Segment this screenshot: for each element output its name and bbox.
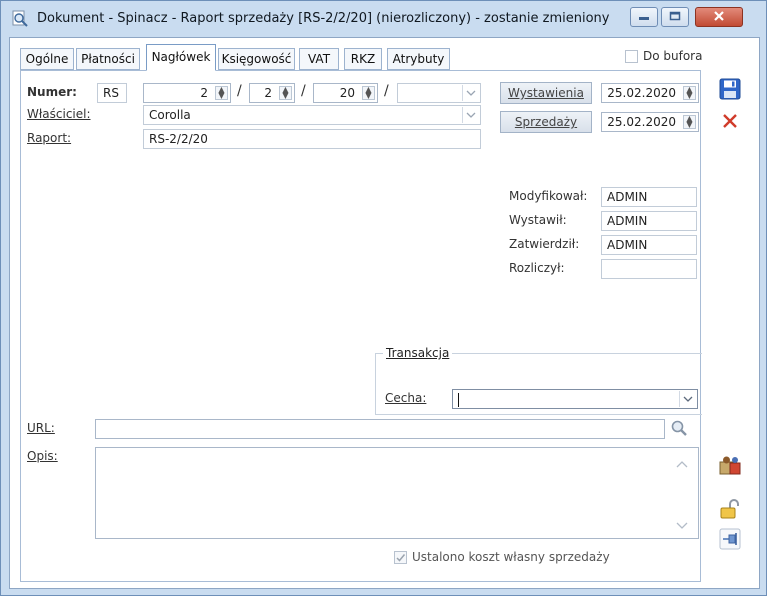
scroll-down-icon[interactable] [676,519,688,533]
zatwierdzil-label: Zatwierdził: [509,237,580,251]
wystawienia-button[interactable]: Wystawienia [500,82,592,104]
pin-icon [719,528,741,553]
numer-separator: / [237,83,242,99]
koszt-label: Ustalono koszt własny sprzedaży [412,550,610,564]
minimize-icon [638,10,650,24]
url-label: URL: [27,421,55,435]
chevron-down-icon[interactable] [462,107,479,123]
numer-label: Numer: [27,85,77,99]
numer-separator: / [384,83,389,99]
do-bufora-checkbox[interactable] [625,50,638,63]
contractor-button[interactable] [718,454,742,478]
opis-label: Opis: [27,449,58,463]
numer-part3-field[interactable]: 20 ▲ ▼ [313,83,378,103]
cecha-combo[interactable] [452,389,698,409]
wystawil-label: Wystawił: [509,213,567,227]
pin-button[interactable] [718,528,742,552]
minimize-button[interactable] [630,7,658,27]
transakcja-group-title: Transakcja [383,346,453,360]
close-button[interactable] [695,7,743,27]
chevron-down-icon[interactable] [679,391,696,407]
search-icon [670,419,688,440]
text-cursor [458,392,459,407]
url-search-button[interactable] [668,418,690,440]
tab-platnosci[interactable]: Płatności [76,48,140,70]
dialog-window: Dokument - Spinacz - Raport sprzedaży [R… [0,0,767,596]
zatwierdzil-field: ADMIN [601,235,697,255]
floppy-disk-icon [719,78,741,103]
wystawienia-date-field[interactable]: 25.02.2020 ▲ ▼ [601,83,699,103]
maximize-button[interactable] [661,7,689,27]
window-title: Dokument - Spinacz - Raport sprzedaży [R… [37,11,610,26]
spin-arrows-icon[interactable]: ▲ ▼ [279,86,292,100]
cecha-label: Cecha: [385,391,427,405]
unlocked-padlock-icon [719,498,741,523]
spin-arrows-icon[interactable]: ▲ ▼ [362,86,375,100]
wlasciciel-label: Właściciel: [27,107,91,121]
wlasciciel-combo[interactable]: Corolla [143,105,481,125]
modyfikowal-label: Modyfikował: [509,189,588,203]
tab-vat[interactable]: VAT [299,48,339,70]
save-button[interactable] [718,78,742,102]
maximize-icon [669,10,681,24]
tab-naglowek[interactable]: Nagłówek [146,44,216,71]
tab-ksiegowosc[interactable]: Księgowość [218,48,295,70]
close-x-icon [713,10,725,25]
tab-rkz[interactable]: RKZ [344,48,382,70]
wystawil-field: ADMIN [601,211,697,231]
magnifier-document-icon [11,10,29,28]
sprzedazy-button[interactable]: Sprzedaży [500,111,592,133]
numer-part2-field[interactable]: 2 ▲ ▼ [249,83,295,103]
rozliczyl-field [601,259,697,279]
url-field[interactable] [95,419,665,439]
sprzedazy-date-field[interactable]: 25.02.2020 ▲ ▼ [601,112,699,132]
raport-label: Raport: [27,131,72,145]
numer-prefix-field: RS [97,83,127,103]
koszt-checkbox[interactable] [394,551,407,564]
opis-textarea[interactable] [95,447,699,539]
title-bar[interactable]: Dokument - Spinacz - Raport sprzedaży [R… [1,1,766,37]
naglowek-panel: Numer: RS 2 ▲ ▼ / 2 ▲ ▼ / 20 ▲ ▼ / Właśc… [20,70,702,582]
raport-field: RS-2/2/20 [143,129,481,149]
rozliczyl-label: Rozliczył: [509,261,565,275]
spin-arrows-icon[interactable]: ▲ ▼ [215,86,228,100]
scroll-up-icon[interactable] [676,457,688,471]
do-bufora-label: Do bufora [643,49,703,63]
cancel-button[interactable] [718,110,742,134]
people-card-icon [719,454,741,479]
numer-part1-field[interactable]: 2 ▲ ▼ [143,83,231,103]
checkmark-icon [396,554,406,562]
spin-arrows-icon[interactable]: ▲ ▼ [683,86,696,100]
tab-ogolne[interactable]: Ogólne [20,48,74,70]
numer-series-combo[interactable] [397,83,481,103]
numer-separator: / [301,83,306,99]
spin-arrows-icon[interactable]: ▲ ▼ [683,115,696,129]
modyfikowal-field: ADMIN [601,187,697,207]
close-red-x-icon [721,112,739,133]
chevron-down-icon[interactable] [462,85,479,101]
unlock-button[interactable] [718,498,742,522]
tab-atrybuty[interactable]: Atrybuty [387,48,450,70]
dialog-client-area: Ogólne Płatności Nagłówek Księgowość VAT… [9,37,760,589]
